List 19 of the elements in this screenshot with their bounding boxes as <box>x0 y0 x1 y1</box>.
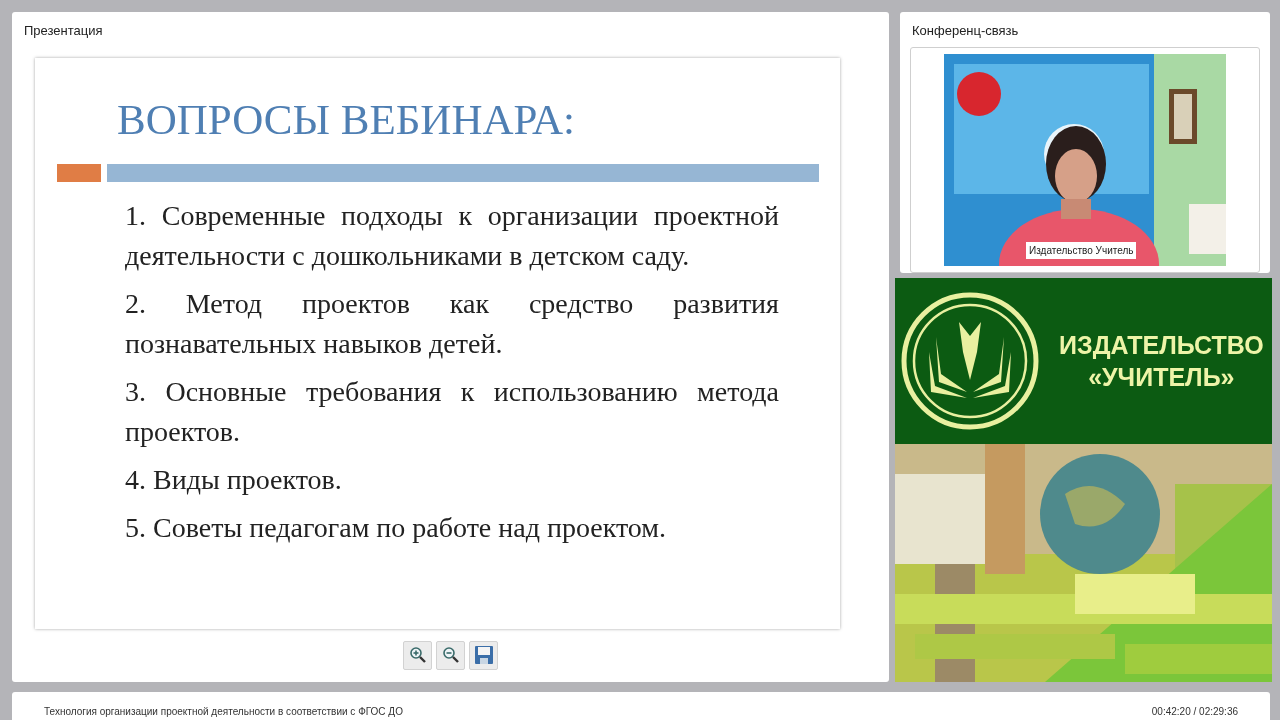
accent-bar <box>57 163 101 182</box>
slide-list-item: 1. Современные подходы к организации проектной деятельности с дошкольниками в детском саду. <box>125 198 779 273</box>
zoom-out-button[interactable] <box>436 640 465 670</box>
zoom-out-icon <box>441 646 460 664</box>
banner-text: «УЧИТЕЛЬ» <box>1088 362 1235 393</box>
zoom-in-button[interactable] <box>403 640 432 670</box>
slide-list-item: 2. Метод проектов как средство развития познавательных навыков детей. <box>125 286 779 361</box>
webinar-title: Технология организации проектной деятельности в соответствии с ФГОС ДО <box>44 705 403 719</box>
save-button[interactable] <box>469 640 498 670</box>
zoom-in-icon <box>408 646 427 664</box>
playback-time: 00:42:20 / 02:29:36 <box>1151 705 1238 719</box>
panel-title: Презентация <box>24 22 104 40</box>
open-book-logo-icon <box>901 292 1039 430</box>
panel-title: Конференц-связь <box>912 22 1020 40</box>
slide-list-item: 3. Основные требования к использованию метода проектов. <box>125 374 779 449</box>
slide-list-item: 4. Виды проектов. <box>125 462 343 497</box>
slide-heading: ВОПРОСЫ ВЕБИНАРА: <box>117 94 576 145</box>
slide-list-item: 5. Советы педагогам по работе над проектом. <box>125 510 667 545</box>
banner-text: ИЗДАТЕЛЬСТВО <box>1059 330 1264 361</box>
